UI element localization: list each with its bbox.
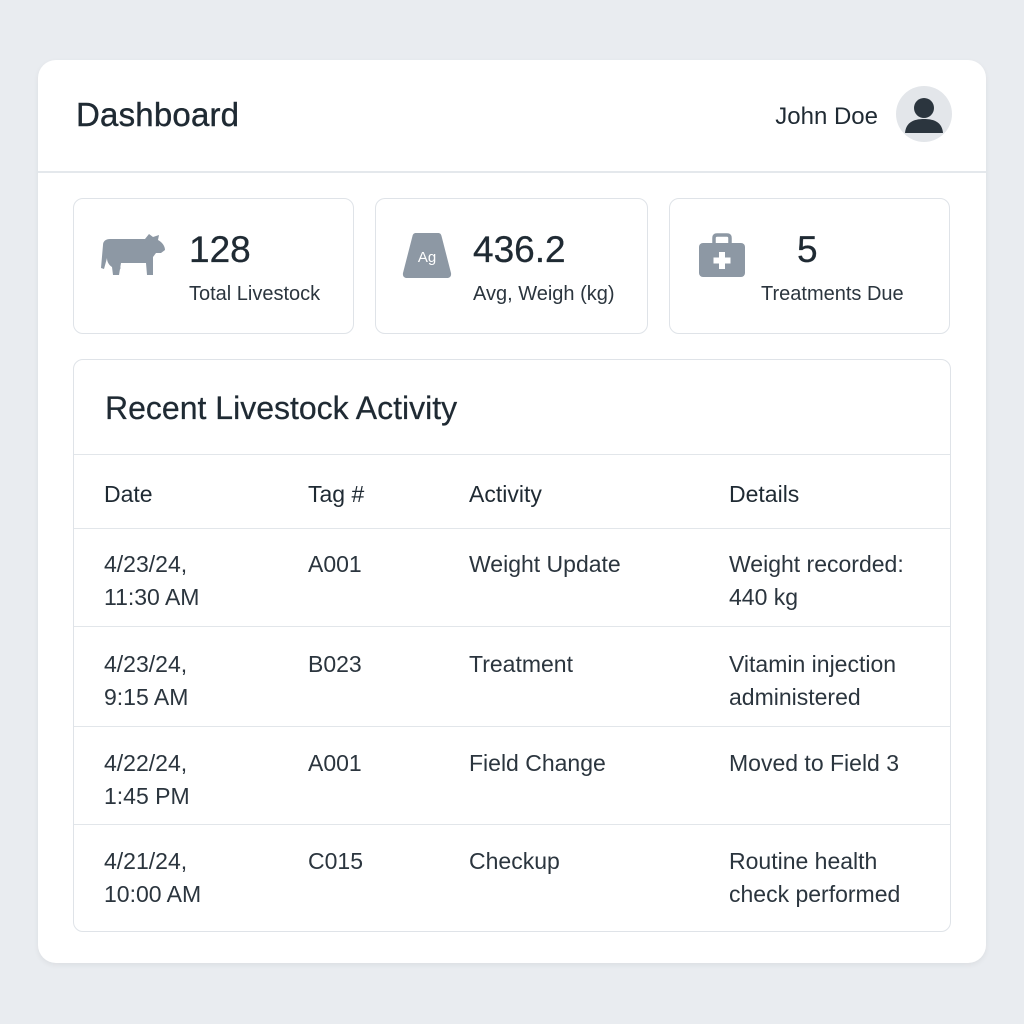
cell-details-line: Weight recorded: (729, 551, 904, 577)
cell-date: 4/22/24, 1:45 PM (104, 747, 264, 813)
stat-label: Treatments Due (761, 283, 904, 305)
cell-details-line: check performed (729, 881, 901, 907)
stat-value: 128 (189, 229, 251, 270)
cell-tag: A001 (308, 551, 362, 577)
cell-date: 4/23/24, 9:15 AM (104, 648, 264, 714)
cell-date-line: 9:15 AM (104, 684, 189, 710)
page-title: Dashboard (76, 96, 240, 133)
table-row[interactable]: 4/22/24, 1:45 PM A001 Field Change Moved… (74, 727, 950, 825)
cell-date-line: 4/21/24, (104, 848, 188, 874)
cow-icon (101, 231, 167, 282)
cell-date: 4/21/24, 10:00 AM (104, 845, 264, 911)
panel-title: Recent Livestock Activity (105, 390, 458, 426)
cell-details: Moved to Field 3 (729, 747, 944, 780)
cell-tag: B023 (308, 651, 362, 677)
cell-date-line: 4/23/24, (104, 651, 188, 677)
cell-date-line: 11:30 AM (104, 584, 200, 610)
cell-activity: Treatment (469, 651, 573, 677)
column-header-date[interactable]: Date (104, 481, 264, 508)
table-header: Date Tag # Activity Details (74, 454, 950, 529)
cell-details: Vitamin injection administered (729, 648, 944, 714)
stat-card-avg-weight[interactable]: Ag 436.2 Avg, Weigh (kg) (375, 198, 648, 334)
cell-date-line: 1:45 PM (104, 783, 190, 809)
user-name[interactable]: John Doe (775, 103, 878, 131)
table-row[interactable]: 4/23/24, 11:30 AM A001 Weight Update Wei… (74, 528, 950, 627)
cell-tag: C015 (308, 848, 363, 874)
top-bar: Dashboard John Doe (38, 60, 986, 173)
column-header-details[interactable]: Details (729, 481, 944, 508)
stat-card-treatments-due[interactable]: 5 Treatments Due (669, 198, 950, 334)
cell-details-line: Moved to Field 3 (729, 750, 900, 776)
table-row[interactable]: 4/21/24, 10:00 AM C015 Checkup Routine h… (74, 825, 950, 929)
cell-date: 4/23/24, 11:30 AM (104, 548, 264, 614)
medical-kit-icon (698, 233, 746, 284)
user-silhouette-icon (905, 98, 943, 133)
column-header-tag[interactable]: Tag # (308, 481, 428, 508)
cell-details-line: Vitamin injection (729, 651, 897, 677)
cell-details-line: administered (729, 684, 861, 710)
cell-details-line: 440 kg (729, 584, 799, 610)
cell-details: Routine health check performed (729, 845, 944, 911)
table-row[interactable]: 4/23/24, 9:15 AM B023 Treatment Vitamin … (74, 628, 950, 727)
dashboard-window: Dashboard John Doe 128 Total Livestock A… (38, 60, 986, 963)
cell-details: Weight recorded: 440 kg (729, 548, 944, 614)
cell-activity: Checkup (469, 848, 560, 874)
stat-value: 436.2 (473, 229, 566, 270)
cell-tag: A001 (308, 750, 362, 776)
cell-activity: Weight Update (469, 551, 621, 577)
cell-activity: Field Change (469, 750, 606, 776)
stat-card-total-livestock[interactable]: 128 Total Livestock (73, 198, 354, 334)
weight-icon: Ag (402, 231, 452, 284)
recent-activity-panel: Recent Livestock Activity Date Tag # Act… (73, 359, 951, 932)
cell-date-line: 10:00 AM (104, 881, 202, 907)
stat-label: Total Livestock (189, 283, 321, 305)
stat-label: Avg, Weigh (kg) (473, 283, 615, 305)
cell-date-line: 4/23/24, (104, 551, 188, 577)
cell-date-line: 4/22/24, (104, 750, 188, 776)
stat-value: 5 (797, 229, 818, 270)
cell-details-line: Routine health (729, 848, 878, 874)
column-header-activity[interactable]: Activity (469, 481, 699, 508)
avatar[interactable] (896, 86, 952, 142)
weight-icon-label: Ag (418, 249, 436, 266)
